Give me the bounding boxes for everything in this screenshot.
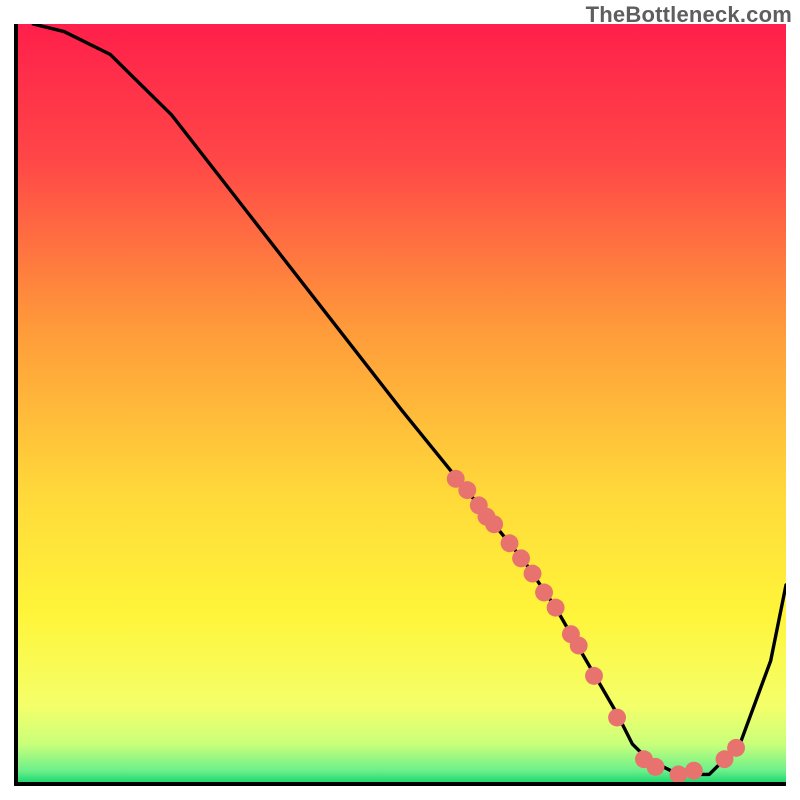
curve-marker <box>501 534 519 552</box>
chart-svg <box>18 24 786 782</box>
curve-marker <box>485 515 503 533</box>
curve-marker <box>585 667 603 685</box>
watermark-text: TheBottleneck.com <box>586 2 792 28</box>
gradient-background <box>18 24 786 782</box>
curve-marker <box>547 599 565 617</box>
curve-marker <box>647 758 665 776</box>
curve-marker <box>512 549 530 567</box>
plot-area <box>14 24 786 786</box>
curve-marker <box>570 637 588 655</box>
curve-marker <box>608 709 626 727</box>
curve-marker <box>535 584 553 602</box>
curve-marker <box>524 565 542 583</box>
chart-frame: TheBottleneck.com <box>0 0 800 800</box>
curve-marker <box>685 762 703 780</box>
curve-marker <box>727 739 745 757</box>
curve-marker <box>458 481 476 499</box>
